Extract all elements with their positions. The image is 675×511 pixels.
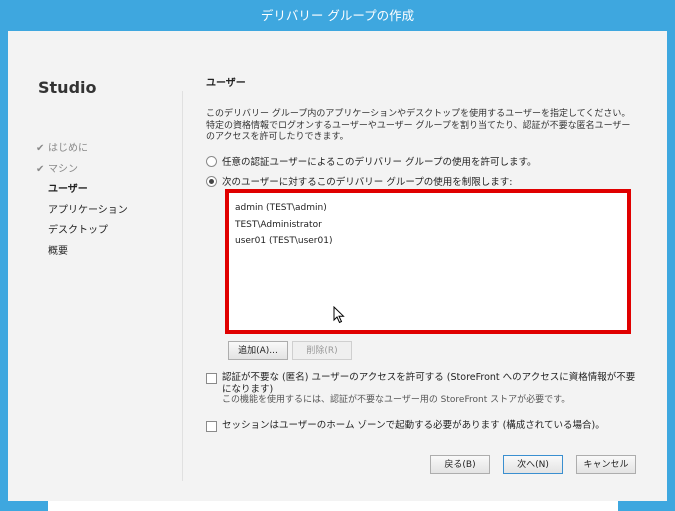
step-applications[interactable]: アプリケーション — [36, 201, 128, 222]
radio-button-selected[interactable] — [206, 176, 217, 187]
check-icon: ✔ — [36, 163, 45, 175]
list-item[interactable]: TEST\Administrator — [235, 217, 332, 234]
add-user-button[interactable]: 追加(A)... — [228, 341, 288, 360]
step-label: アプリケーション — [48, 204, 128, 216]
remove-user-button[interactable]: 削除(R) — [292, 341, 352, 360]
home-zone-checkbox[interactable] — [206, 421, 217, 432]
step-label: はじめに — [48, 143, 88, 154]
mouse-cursor-icon — [333, 306, 345, 324]
step-users[interactable]: ユーザー — [36, 180, 128, 201]
step-summary[interactable]: 概要 — [36, 242, 128, 263]
wizard-window: デリバリー グループの作成 Studio ✔ はじめに ✔ マシン ユーザー アプリ… — [0, 0, 675, 511]
sidebar-divider — [182, 91, 183, 481]
step-label: 概要 — [48, 245, 68, 257]
step-label: ユーザー — [48, 184, 88, 195]
back-button[interactable]: 戻る(B) — [430, 455, 490, 474]
users-page: ユーザー このデリバリー グループ内のアプリケーションやデスクトップを使用するユ… — [206, 31, 646, 501]
radio-restrict-users[interactable]: 次のユーザーに対するこのデリバリー グループの使用を制限します: — [206, 174, 512, 188]
radio-allow-any-user[interactable]: 任意の認証ユーザーによるこのデリバリー グループの使用を許可します。 — [206, 154, 537, 168]
list-item[interactable]: user01 (TEST\user01) — [235, 233, 332, 250]
page-title: ユーザー — [206, 78, 246, 89]
step-intro[interactable]: ✔ はじめに — [36, 139, 128, 160]
radio-label: 任意の認証ユーザーによるこのデリバリー グループの使用を許可します。 — [222, 157, 537, 168]
anonymous-access-note: この機能を使用するには、認証が不要なユーザー用の StoreFront ストアが… — [222, 395, 571, 405]
step-machines[interactable]: ✔ マシン — [36, 160, 128, 181]
wizard-sidebar: Studio ✔ はじめに ✔ マシン ユーザー アプリケーション デスクトップ 概… — [8, 31, 180, 501]
anonymous-access-label: 認証が不要な (匿名) ユーザーのアクセスを許可する (StoreFront へ… — [222, 372, 636, 395]
list-item[interactable]: admin (TEST\admin) — [235, 200, 332, 217]
studio-brand: Studio — [38, 78, 97, 97]
user-list: admin (TEST\admin) TEST\Administrator us… — [235, 200, 332, 250]
check-icon: ✔ — [36, 143, 45, 154]
home-zone-label: セッションはユーザーのホーム ゾーンで起動する必要があります (構成されている場… — [222, 420, 605, 431]
radio-button[interactable] — [206, 156, 217, 167]
user-list-box[interactable]: admin (TEST\admin) TEST\Administrator us… — [225, 189, 631, 334]
step-label: マシン — [48, 163, 78, 175]
background-window-edge — [8, 501, 667, 511]
wizard-steps: ✔ はじめに ✔ マシン ユーザー アプリケーション デスクトップ 概要 — [36, 139, 128, 262]
anonymous-access-checkbox[interactable] — [206, 373, 217, 384]
wizard-client-area: Studio ✔ はじめに ✔ マシン ユーザー アプリケーション デスクトップ 概… — [8, 31, 667, 501]
step-label: デスクトップ — [48, 225, 108, 236]
radio-label: 次のユーザーに対するこのデリバリー グループの使用を制限します: — [222, 177, 513, 188]
next-button[interactable]: 次へ(N) — [503, 455, 563, 474]
window-title: デリバリー グループの作成 — [0, 0, 675, 30]
cancel-button[interactable]: キャンセル — [576, 455, 636, 474]
page-description: このデリバリー グループ内のアプリケーションやデスクトップを使用するユーザーを指… — [206, 109, 631, 142]
step-desktops[interactable]: デスクトップ — [36, 221, 128, 242]
